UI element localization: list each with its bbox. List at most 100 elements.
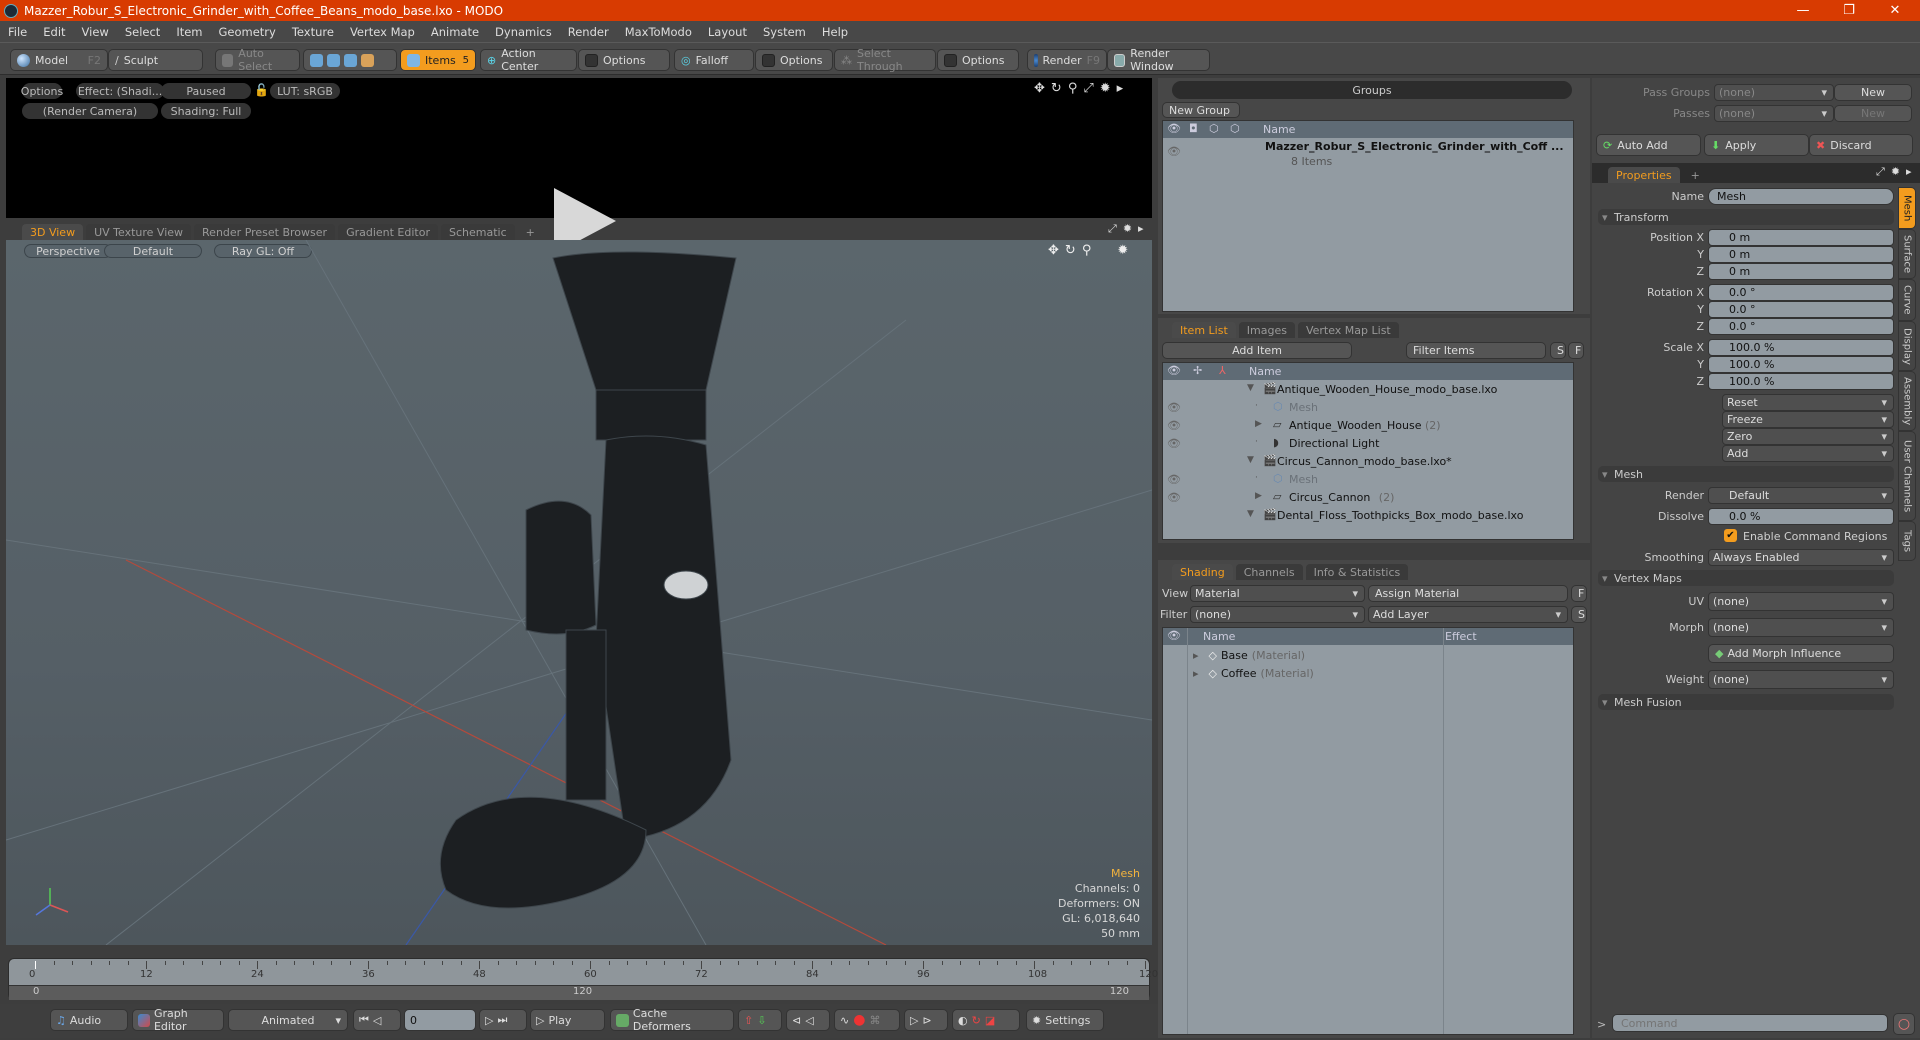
shading-f-button[interactable]: F [1571,585,1587,602]
command-history-button[interactable]: ○ [1893,1013,1915,1035]
next-keyframe-icon[interactable]: ⊳ [922,1014,931,1027]
pan-icon[interactable]: ✥ [1034,81,1045,96]
curve-icon[interactable]: ∿ [840,1014,849,1027]
item-row[interactable]: 👁 · ⬡ Mesh [1163,399,1573,417]
render-button[interactable]: Render F9 [1027,49,1107,71]
side-tab-user-channels[interactable]: User Channels [1898,431,1916,521]
visibility-icon[interactable]: 👁 [1167,437,1181,450]
close-button[interactable]: ✕ [1872,0,1918,21]
graph-editor-button[interactable]: Graph Editor [132,1007,224,1033]
side-tab-mesh[interactable]: Mesh [1898,187,1916,229]
position-y-field[interactable]: 0 m [1708,246,1894,263]
preview-paused-button[interactable]: Paused [161,83,251,99]
freeze-dropdown[interactable]: Freeze [1722,411,1894,428]
new-group-button[interactable]: New Group [1162,102,1240,118]
maximize-icon[interactable]: ⤢ [1083,81,1093,96]
expand-icon[interactable]: ▶ [1255,419,1262,429]
new-pass-button[interactable]: New [1834,105,1912,122]
filter-items-input[interactable]: Filter Items [1406,342,1546,359]
add-morph-influence-button[interactable]: ◆ Add Morph Influence [1708,644,1894,663]
animation-mode-dropdown[interactable]: Animated ▾ [228,1009,348,1031]
items-mode-button[interactable]: Items 5 [400,49,476,71]
shader-row[interactable]: ▸ ◇ Base (Material) [1163,646,1573,664]
preview-shading-dropdown[interactable]: Shading: Full [161,103,251,119]
item-row[interactable]: ▼ 🎬 Circus_Cannon_modo_base.lxo* [1163,453,1573,471]
first-frame-icon[interactable]: ⏮ [359,1013,369,1027]
side-tab-curve[interactable]: Curve [1898,279,1916,321]
expand-icon[interactable]: ▶ [1255,491,1262,501]
model-mode-button[interactable]: Model F2 [10,49,108,71]
next-key-icon[interactable]: ▷ [485,1014,493,1027]
timeline[interactable]: 0 12 24 36 48 60 72 84 96 108 120 0 120 120 [8,958,1158,1000]
expand-icon[interactable]: ▸ [1193,649,1199,662]
menu-maxtomodo[interactable]: MaxToModo [617,25,700,39]
gear-icon[interactable]: ✹ [1100,81,1111,96]
shading-s-button[interactable]: S [1571,606,1587,623]
tab-vertex-map-list[interactable]: Vertex Map List [1297,322,1399,338]
rotate-icon[interactable]: ↻ [1051,81,1062,96]
audio-button[interactable]: ♫ Audio [50,1009,128,1031]
menu-help[interactable]: Help [814,25,856,39]
add-layer-dropdown[interactable]: Add Layer [1368,606,1568,623]
menu-dynamics[interactable]: Dynamics [487,25,560,39]
rotation-z-field[interactable]: 0.0 ° [1708,318,1894,335]
shader-row[interactable]: ▸ ◇ Coffee (Material) [1163,664,1573,682]
visibility-icon[interactable]: 👁 [1167,473,1181,486]
tab-images[interactable]: Images [1238,322,1295,338]
vertex-maps-section[interactable]: Vertex Maps [1598,570,1894,586]
mesh-section[interactable]: Mesh [1598,466,1894,482]
tree-branch-icon[interactable]: · [1255,437,1258,447]
position-x-field[interactable]: 0 m [1708,229,1894,246]
edge-mode-icon[interactable] [327,53,340,67]
collapse-icon[interactable]: ▼ [1247,455,1254,465]
maximize-icon[interactable]: ⤢ [1876,165,1885,179]
action-center-options-button[interactable]: Options [578,49,670,71]
refresh-key-icon[interactable]: ↻ [972,1014,981,1027]
visibility-icon[interactable]: 👁 [1167,145,1181,158]
mesh-fusion-section[interactable]: Mesh Fusion [1598,694,1894,710]
tab-channels[interactable]: Channels [1235,564,1303,580]
view-dropdown[interactable]: Material [1190,585,1365,602]
key-up-icon[interactable]: ⇧ [744,1014,753,1027]
menu-item[interactable]: Item [168,25,210,39]
select-through-button[interactable]: ⁂ Select Through [834,47,936,73]
preview-lut-dropdown[interactable]: LUT: sRGB [270,83,340,99]
tab-gradient-editor[interactable]: Gradient Editor [338,224,438,240]
filter-s-button[interactable]: S [1550,342,1566,359]
scale-y-field[interactable]: 100.0 % [1708,356,1894,373]
add-tab-button[interactable]: + [518,224,543,240]
action-center-button[interactable]: ⊕ Action Center [480,47,577,73]
filter-dropdown[interactable]: (none) [1190,606,1365,623]
prev-key2-icon[interactable]: ◁ [805,1014,813,1027]
item-row[interactable]: 👁 ▶ ▱ Circus_Cannon (2) [1163,489,1573,507]
item-row[interactable]: ▼ 🎬 Antique_Wooden_House_modo_base.lxo [1163,381,1573,399]
timeline-range[interactable]: 0 120 120 [9,985,1149,1000]
side-tab-display[interactable]: Display [1898,321,1916,371]
tab-schematic[interactable]: Schematic [441,224,515,240]
name-field[interactable]: Mesh [1708,188,1894,205]
new-pass-group-button[interactable]: New [1834,84,1912,101]
auto-key-icon[interactable]: ◐ [958,1014,968,1027]
item-row[interactable]: ▼ 🎬 Dental_Floss_Toothpicks_Box_modo_base.… [1163,507,1573,525]
menu-geometry[interactable]: Geometry [211,25,284,39]
arrow-right-icon[interactable]: ▸ [1906,165,1912,179]
weight-dropdown[interactable]: (none) [1708,670,1894,689]
menu-edit[interactable]: Edit [35,25,73,39]
expand-icon[interactable]: ▸ [1193,667,1199,680]
collapse-icon[interactable]: ▼ [1247,509,1254,519]
play-button[interactable]: ▷ Play [530,1009,605,1031]
cache-deformers-button[interactable]: Cache Deformers [610,1007,734,1033]
add-dropdown[interactable]: Add [1722,445,1894,462]
discard-button[interactable]: ✖ Discard [1809,134,1913,156]
group-row[interactable]: 👁 Mazzer_Robur_S_Electronic_Grinder_with… [1163,139,1573,171]
minimize-button[interactable]: — [1780,0,1826,21]
filter-f-button[interactable]: F [1568,342,1584,359]
settings-button[interactable]: ✹ Settings [1026,1009,1104,1031]
passes-dropdown[interactable]: (none) [1714,105,1834,122]
3d-viewport[interactable]: Perspective Default Ray GL: Off ✥ ↻ ⚲ ✹ [6,240,1152,945]
tab-item-list[interactable]: Item List [1172,322,1236,338]
item-row[interactable]: 👁 · ◗ Directional Light [1163,435,1573,453]
arrow-right-icon[interactable]: ▸ [1117,81,1124,96]
rotation-y-field[interactable]: 0.0 ° [1708,301,1894,318]
visibility-icon[interactable]: 👁 [1167,401,1181,414]
